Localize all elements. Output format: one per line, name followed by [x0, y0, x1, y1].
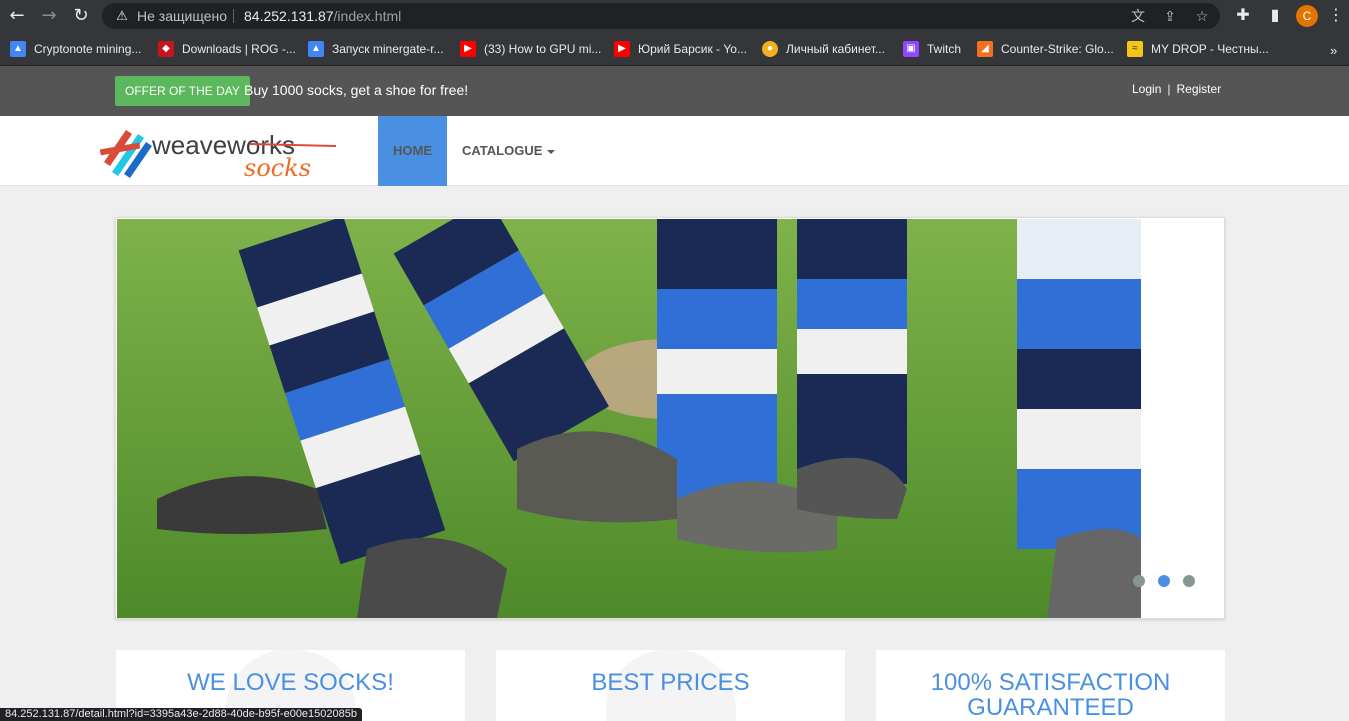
offer-badge[interactable]: Offer of the day — [115, 76, 250, 106]
weaveworks-socks-logo[interactable]: weaveworks socks — [100, 124, 340, 179]
bookmark-item[interactable]: ▲ Запуск minergate-r... — [308, 38, 444, 60]
bookmark-item[interactable]: ● Личный кабинет... — [762, 38, 885, 60]
nav-catalogue-label: Catalogue — [462, 143, 543, 158]
app-icon: ▲ — [10, 41, 26, 57]
side-panel-icon[interactable]: ▮ — [1263, 4, 1287, 28]
register-link[interactable]: Register — [1177, 82, 1222, 96]
forward-icon[interactable]: → — [37, 4, 61, 28]
link-hover-status: 84.252.131.87/detail.html?id=3395a43e-2d… — [0, 708, 362, 721]
carousel-dot-active[interactable] — [1158, 575, 1170, 587]
carousel-dot[interactable] — [1183, 575, 1195, 587]
bookmarks-overflow-button[interactable]: » — [1330, 43, 1337, 58]
feature-title: 100% satisfaction guaranteed — [876, 670, 1225, 720]
app-icon: ▲ — [308, 41, 324, 57]
rog-icon: ◆ — [158, 41, 174, 57]
warning-icon[interactable]: ⚠ — [114, 8, 130, 24]
chevron-down-icon — [547, 149, 556, 154]
csgo-icon: ◢ — [977, 41, 993, 57]
url-text[interactable]: 84.252.131.87/index.html — [244, 8, 401, 24]
carousel-dot[interactable] — [1133, 575, 1145, 587]
omnibox-divider — [233, 9, 234, 23]
bookmark-label: Counter-Strike: Glo... — [1001, 42, 1114, 56]
share-icon[interactable]: ⇪ — [1160, 6, 1180, 26]
feature-box-best-prices: Best prices — [496, 650, 845, 721]
bookmarks-bar: ▲ Cryptonote mining... ◆ Downloads | ROG -… — [0, 32, 1349, 66]
offer-text: Buy 1000 socks, get a shoe for free! — [244, 82, 469, 98]
login-link[interactable]: Login — [1132, 82, 1161, 96]
nav-home[interactable]: Home — [378, 116, 447, 186]
account-links: Login | Register — [1132, 82, 1221, 96]
feature-title-line-2: guaranteed — [967, 694, 1134, 721]
hero-carousel — [115, 217, 1225, 619]
feature-title: Best prices — [591, 669, 750, 696]
mydrop-icon: ≈ — [1127, 41, 1143, 57]
offer-bar: Offer of the day Buy 1000 socks, get a s… — [0, 66, 1349, 116]
feature-box-satisfaction: 100% satisfaction guaranteed — [876, 650, 1225, 721]
menu-icon[interactable]: ⋮ — [1324, 4, 1348, 28]
bookmark-item[interactable]: ▶ Юрий Барсик - Yo... — [614, 38, 747, 60]
bookmark-item[interactable]: ▶ (33) How to GPU mi... — [460, 38, 601, 60]
coin-icon: ● — [762, 41, 778, 57]
bookmark-label: Личный кабинет... — [786, 42, 885, 56]
browser-toolbar: ← → ↻ ⚠ Не защищено 84.252.131.87/index.… — [0, 0, 1349, 32]
bookmark-item[interactable]: ◆ Downloads | ROG -... — [158, 38, 296, 60]
profile-avatar[interactable]: C — [1296, 5, 1318, 27]
bookmark-label: MY DROP - Честны... — [1151, 42, 1269, 56]
security-label[interactable]: Не защищено — [137, 8, 227, 24]
feature-title-line-1: 100% satisfaction — [930, 669, 1171, 696]
address-bar[interactable]: ⚠ Не защищено 84.252.131.87/index.html 文… — [102, 3, 1220, 29]
carousel-indicators — [1133, 575, 1195, 587]
extensions-icon[interactable]: ✚ — [1231, 4, 1255, 28]
bookmark-item[interactable]: ≈ MY DROP - Честны... — [1127, 38, 1269, 60]
bookmark-item[interactable]: ▲ Cryptonote mining... — [10, 38, 141, 60]
youtube-icon: ▶ — [614, 41, 630, 57]
reload-icon[interactable]: ↻ — [69, 4, 93, 28]
youtube-icon: ▶ — [460, 41, 476, 57]
main-navbar: weaveworks socks Home Catalogue — [0, 116, 1349, 186]
back-icon[interactable]: ← — [5, 4, 29, 28]
nav-catalogue[interactable]: Catalogue — [462, 116, 556, 186]
bookmark-label: Запуск minergate-r... — [332, 42, 444, 56]
translate-icon[interactable]: 文 — [1128, 6, 1148, 26]
hero-image-rugby-socks[interactable] — [117, 219, 1141, 618]
bookmark-item[interactable]: ◢ Counter-Strike: Glo... — [977, 38, 1114, 60]
feature-title: We love socks! — [187, 669, 394, 696]
link-separator: | — [1167, 82, 1171, 96]
logo-socks: socks — [244, 154, 311, 179]
bookmark-label: Twitch — [927, 42, 962, 56]
bookmark-star-icon[interactable]: ☆ — [1192, 6, 1212, 26]
url-path: /index.html — [333, 8, 402, 24]
url-host: 84.252.131.87 — [244, 8, 334, 24]
bookmark-label: Юрий Барсик - Yo... — [638, 42, 747, 56]
bookmark-label: Cryptonote mining... — [34, 42, 142, 56]
bookmark-label: (33) How to GPU mi... — [484, 42, 602, 56]
twitch-icon: ▣ — [903, 41, 919, 57]
logo-mark-icon — [100, 130, 152, 178]
bookmark-item[interactable]: ▣ Twitch — [903, 38, 961, 60]
bookmark-label: Downloads | ROG -... — [182, 42, 296, 56]
